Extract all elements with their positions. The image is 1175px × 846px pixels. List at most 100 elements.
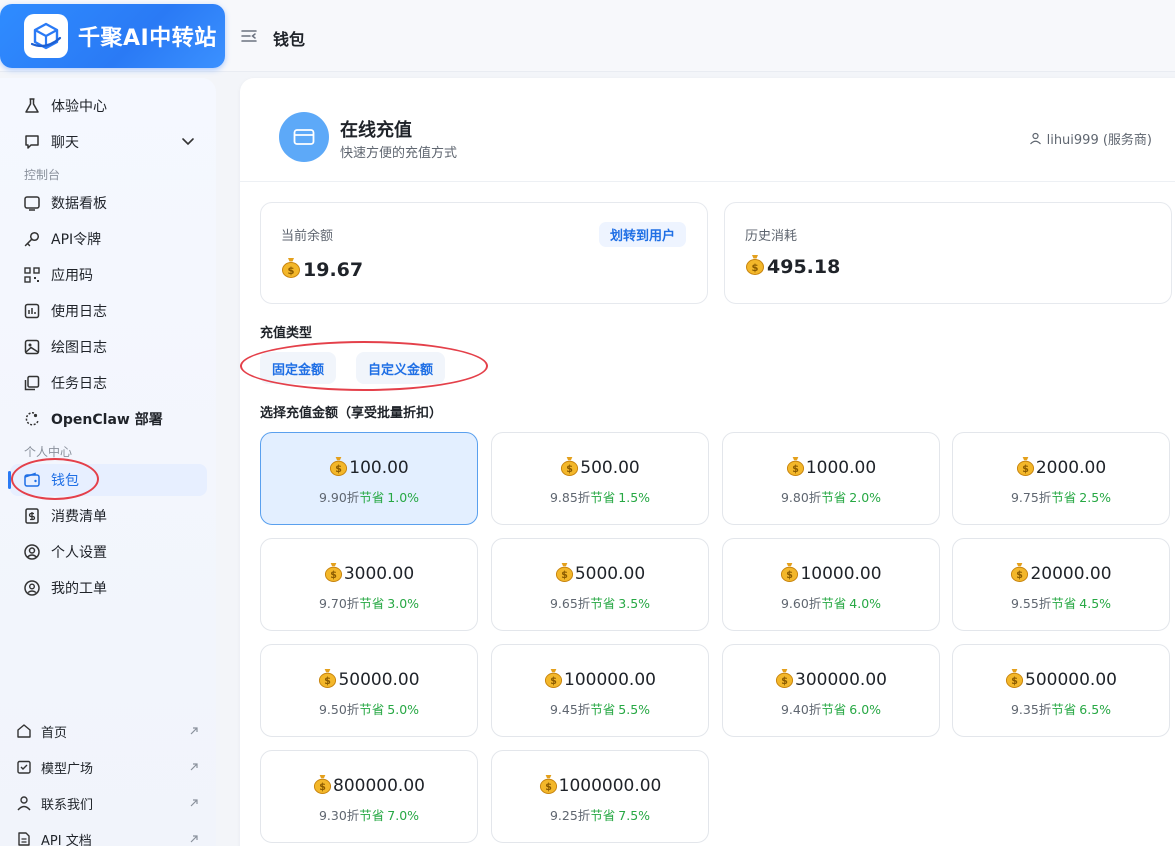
amount-discount: 9.45折节省 5.5% — [549, 702, 651, 717]
svg-text:$: $ — [561, 570, 568, 581]
external-link-icon — [189, 761, 199, 776]
amount-option-card[interactable]: $100000.00 9.45折节省 5.5% — [491, 644, 709, 737]
svg-text:$: $ — [787, 570, 794, 581]
history-value: $ 495.18 — [745, 253, 840, 280]
amount-discount: 9.75折节省 2.5% — [1010, 490, 1112, 505]
amount-option-card[interactable]: $5000.00 9.65折节省 3.5% — [491, 538, 709, 631]
contact-icon — [16, 795, 32, 811]
svg-text:$: $ — [319, 782, 326, 793]
sidebar-item-tickets[interactable]: 我的工单 — [10, 572, 207, 604]
money-bag-icon: $ — [1016, 455, 1035, 481]
user-icon — [1029, 132, 1041, 145]
amount-value: $1000000.00 — [492, 773, 708, 799]
svg-text:$: $ — [330, 570, 337, 581]
amount-option-card[interactable]: $2000.00 9.75折节省 2.5% — [952, 432, 1170, 525]
amount-discount: 9.55折节省 4.5% — [1010, 596, 1112, 611]
svg-text:$: $ — [335, 464, 342, 475]
balance-label: 当前余额 — [281, 229, 334, 244]
sidebar-item-chat[interactable]: 聊天 — [10, 126, 207, 158]
amount-value: $10000.00 — [723, 561, 939, 587]
svg-text:$: $ — [752, 263, 759, 274]
fixed-amount-button[interactable]: 固定金额 — [260, 352, 337, 384]
sidebar-item-task-log[interactable]: 任务日志 — [10, 367, 207, 399]
amount-option-card[interactable]: $20000.00 9.55折节省 4.5% — [952, 538, 1170, 631]
sidebar-link-home[interactable]: 首页 — [10, 715, 207, 747]
sidebar-item-draw-log[interactable]: 绘图日志 — [10, 331, 207, 363]
history-consumption-card: 历史消耗 $ 495.18 — [724, 202, 1172, 304]
money-bag-icon: $ — [1005, 667, 1024, 693]
balance-value: $ 19.67 — [281, 256, 363, 283]
money-bag-icon: $ — [1010, 561, 1029, 587]
sidebar-link-api-docs[interactable]: API 文档 — [10, 823, 207, 846]
amount-value: $800000.00 — [261, 773, 477, 799]
sidebar-item-experience[interactable]: 体验中心 — [10, 90, 207, 122]
amount-discount: 9.35折节省 6.5% — [1010, 702, 1112, 717]
sidebar-item-dashboard[interactable]: 数据看板 — [10, 187, 207, 219]
amount-value: $500000.00 — [953, 667, 1169, 693]
sidebar-link-contact[interactable]: 联系我们 — [10, 787, 207, 819]
app-logo[interactable]: 千聚AI中转站 — [0, 4, 225, 68]
amount-option-card[interactable]: $1000.00 9.80折节省 2.0% — [722, 432, 940, 525]
amount-option-card[interactable]: $100.00 9.90折节省 1.0% — [260, 432, 478, 525]
amount-option-card[interactable]: $1000000.00 9.25折节省 7.5% — [491, 750, 709, 843]
amount-value: $50000.00 — [261, 667, 477, 693]
current-balance-card: 当前余额 划转到用户 $ 19.67 — [260, 202, 708, 304]
recharge-panel: 在线充值 快速方便的充值方式 lihui999 (服务商) 当前余额 划转到用户… — [240, 78, 1175, 846]
sidebar-item-billing[interactable]: 消费清单 — [10, 500, 207, 532]
sidebar-item-app-code[interactable]: 应用码 — [10, 259, 207, 291]
transfer-to-user-button[interactable]: 划转到用户 — [598, 222, 686, 247]
sidebar-item-wallet[interactable]: 钱包 — [8, 464, 207, 496]
section-label-console: 控制台 — [24, 168, 61, 182]
amount-discount: 9.70折节省 3.0% — [318, 596, 420, 611]
chevron-down-icon[interactable] — [181, 134, 195, 152]
money-bag-icon: $ — [324, 561, 343, 587]
money-bag-icon: $ — [745, 253, 765, 280]
credit-card-icon — [279, 112, 329, 162]
sidebar-item-usage-log[interactable]: 使用日志 — [10, 295, 207, 327]
money-bag-icon: $ — [560, 455, 579, 481]
recharge-subtitle: 快速方便的充值方式 — [340, 146, 458, 161]
task-icon — [22, 373, 42, 393]
sidebar-item-settings[interactable]: 个人设置 — [10, 536, 207, 568]
amount-discount: 9.90折节省 1.0% — [318, 490, 420, 505]
svg-text:$: $ — [1011, 676, 1018, 687]
money-bag-icon: $ — [555, 561, 574, 587]
money-bag-icon: $ — [318, 667, 337, 693]
sidebar-item-api-token[interactable]: API令牌 — [10, 223, 207, 255]
amount-option-card[interactable]: $500000.00 9.35折节省 6.5% — [952, 644, 1170, 737]
money-bag-icon: $ — [281, 256, 301, 283]
amount-value: $1000.00 — [723, 455, 939, 481]
amount-value: $3000.00 — [261, 561, 477, 587]
amount-option-card[interactable]: $300000.00 9.40折节省 6.0% — [722, 644, 940, 737]
amount-option-card[interactable]: $500.00 9.85折节省 1.5% — [491, 432, 709, 525]
amount-option-card[interactable]: $10000.00 9.60折节省 4.0% — [722, 538, 940, 631]
svg-text:$: $ — [1022, 464, 1029, 475]
claw-icon — [22, 409, 42, 429]
external-link-icon — [189, 725, 199, 740]
app-name: 千聚AI中转站 — [78, 26, 217, 51]
custom-amount-button[interactable]: 自定义金额 — [356, 352, 446, 384]
amount-discount: 9.60折节省 4.0% — [780, 596, 882, 611]
doc-icon — [16, 831, 32, 846]
amount-option-card[interactable]: $3000.00 9.70折节省 3.0% — [260, 538, 478, 631]
key-icon — [22, 229, 42, 249]
log-icon — [22, 301, 42, 321]
logo-cube-icon — [24, 14, 68, 58]
qrcode-icon — [22, 265, 42, 285]
sidebar-item-openclaw[interactable]: OpenClaw 部署 — [10, 403, 207, 435]
history-label: 历史消耗 — [745, 229, 798, 244]
svg-text:$: $ — [325, 676, 332, 687]
money-bag-icon: $ — [539, 773, 558, 799]
amount-discount: 9.50折节省 5.0% — [318, 702, 420, 717]
amount-option-card[interactable]: $50000.00 9.50折节省 5.0% — [260, 644, 478, 737]
sidebar-link-models[interactable]: 模型广场 — [10, 751, 207, 783]
current-user: lihui999 (服务商) — [1029, 129, 1152, 148]
amount-option-card[interactable]: $800000.00 9.30折节省 7.0% — [260, 750, 478, 843]
svg-text:$: $ — [781, 676, 788, 687]
dashboard-icon — [22, 193, 42, 213]
amount-value: $100.00 — [261, 455, 477, 481]
external-link-icon — [189, 797, 199, 812]
collapse-menu-icon[interactable] — [240, 27, 258, 45]
page-title: 钱包 — [273, 30, 306, 49]
amount-value: $300000.00 — [723, 667, 939, 693]
